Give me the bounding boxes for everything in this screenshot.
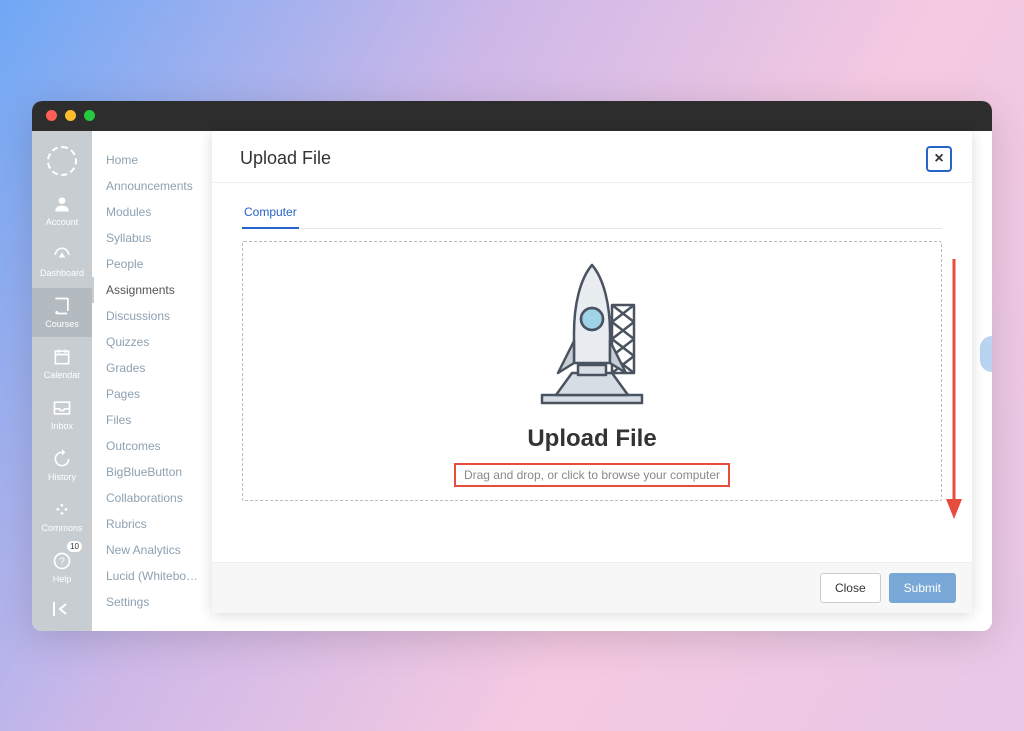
- nav-label: History: [48, 472, 76, 482]
- collapse-nav-icon[interactable]: [52, 602, 72, 621]
- svg-text:?: ?: [59, 556, 65, 567]
- nav-label: Commons: [41, 523, 82, 533]
- modal-header: Upload File ×: [212, 131, 972, 183]
- help-icon: ?: [52, 551, 72, 571]
- upload-file-modal: Upload File × Computer: [212, 131, 972, 613]
- nav-item-dashboard[interactable]: Dashboard: [32, 237, 92, 286]
- annotation-arrow: [944, 259, 964, 519]
- nav-item-inbox[interactable]: Inbox: [32, 390, 92, 439]
- book-icon: [52, 296, 72, 316]
- history-icon: [52, 449, 72, 469]
- nav-item-commons[interactable]: Commons: [32, 492, 92, 541]
- course-link-quizzes[interactable]: Quizzes: [92, 329, 212, 355]
- file-dropzone[interactable]: Upload File Drag and drop, or click to b…: [242, 241, 942, 501]
- course-link-rubrics[interactable]: Rubrics: [92, 511, 212, 537]
- course-link-settings[interactable]: Settings: [92, 589, 212, 615]
- badge: 10: [67, 541, 82, 552]
- course-link-syllabus[interactable]: Syllabus: [92, 225, 212, 251]
- nav-label: Account: [46, 217, 79, 227]
- calendar-icon: [52, 347, 72, 367]
- dropzone-subtitle: Drag and drop, or click to browse your c…: [454, 463, 730, 487]
- course-link-grades[interactable]: Grades: [92, 355, 212, 381]
- window-max-dot[interactable]: [84, 110, 95, 121]
- nav-label: Dashboard: [40, 268, 84, 278]
- nav-item-calendar[interactable]: Calendar: [32, 339, 92, 388]
- nav-label: Courses: [45, 319, 79, 329]
- modal-close-button[interactable]: ×: [926, 146, 952, 172]
- rocket-icon: [502, 255, 682, 415]
- nav-label: Inbox: [51, 421, 73, 431]
- course-link-discussions[interactable]: Discussions: [92, 303, 212, 329]
- modal-title: Upload File: [240, 148, 331, 169]
- browser-window: Account Dashboard Courses Calendar Inbox…: [32, 101, 992, 631]
- nav-item-courses[interactable]: Courses: [32, 288, 92, 337]
- course-link-assignments[interactable]: Assignments: [92, 277, 212, 303]
- global-nav: Account Dashboard Courses Calendar Inbox…: [32, 131, 92, 631]
- modal-footer: Close Submit: [212, 562, 972, 613]
- window-min-dot[interactable]: [65, 110, 76, 121]
- modal-body: Upload File Drag and drop, or click to b…: [212, 229, 972, 562]
- course-link-newanalytics[interactable]: New Analytics: [92, 537, 212, 563]
- inbox-icon: [52, 398, 72, 418]
- nav-label: Help: [53, 574, 72, 584]
- course-menu: Home Announcements Modules Syllabus Peop…: [92, 131, 212, 631]
- user-icon: [52, 194, 72, 214]
- submit-button[interactable]: Submit: [889, 573, 956, 603]
- course-link-bigbluebutton[interactable]: BigBlueButton: [92, 459, 212, 485]
- app-body: Account Dashboard Courses Calendar Inbox…: [32, 131, 992, 631]
- dropzone-title: Upload File: [527, 425, 656, 453]
- nav-item-help[interactable]: 10 ? Help: [32, 543, 92, 592]
- tab-computer[interactable]: Computer: [242, 205, 299, 229]
- help-bubble-icon[interactable]: [980, 336, 992, 372]
- close-button[interactable]: Close: [820, 573, 881, 603]
- course-link-collaborations[interactable]: Collaborations: [92, 485, 212, 511]
- course-link-pages[interactable]: Pages: [92, 381, 212, 407]
- window-close-dot[interactable]: [46, 110, 57, 121]
- canvas-logo-icon[interactable]: [47, 146, 77, 176]
- course-link-home[interactable]: Home: [92, 147, 212, 173]
- nav-item-history[interactable]: History: [32, 441, 92, 490]
- commons-icon: [52, 500, 72, 520]
- modal-tabs: Computer: [212, 183, 972, 229]
- nav-item-account[interactable]: Account: [32, 186, 92, 235]
- window-titlebar: [32, 101, 992, 131]
- close-icon: ×: [934, 150, 943, 168]
- dashboard-icon: [52, 245, 72, 265]
- course-link-people[interactable]: People: [92, 251, 212, 277]
- course-link-files[interactable]: Files: [92, 407, 212, 433]
- course-link-lucid[interactable]: Lucid (Whiteboard): [92, 563, 212, 589]
- course-link-outcomes[interactable]: Outcomes: [92, 433, 212, 459]
- course-link-modules[interactable]: Modules: [92, 199, 212, 225]
- nav-label: Calendar: [44, 370, 81, 380]
- course-link-announcements[interactable]: Announcements: [92, 173, 212, 199]
